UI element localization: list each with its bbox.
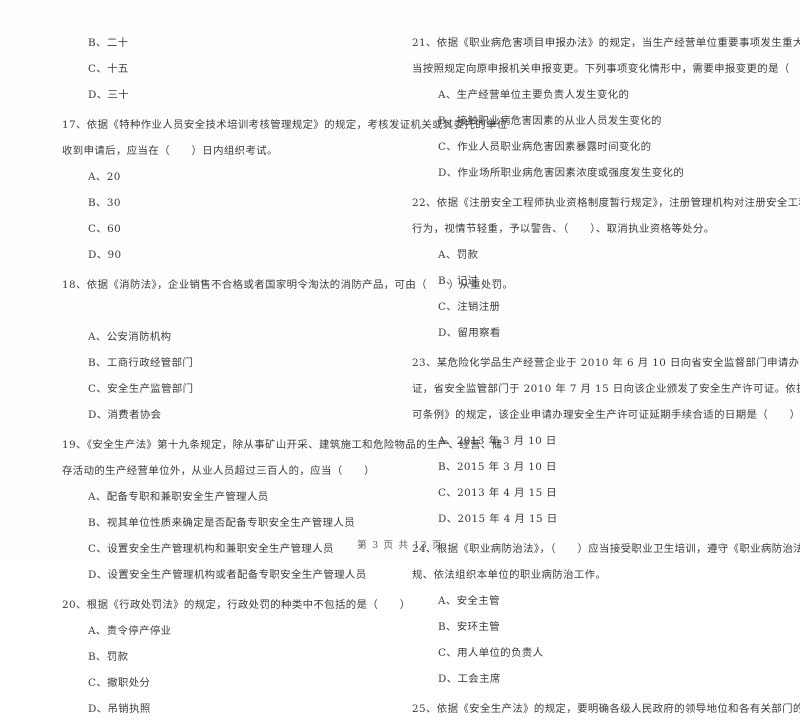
question-stem-line: 存活动的生产经营单位外，从业人员超过三百人的，应当（ ） — [62, 465, 375, 477]
continued-options-block: B、二十 C、十五 D、三十 — [62, 30, 388, 108]
option-item: D、工会主席 — [438, 673, 501, 685]
question-stem-line: 规、依法组织本单位的职业病防治工作。 — [412, 569, 607, 581]
option-item: A、责令停产停业 — [88, 625, 172, 637]
option-item: D、吊销执照 — [88, 703, 151, 715]
question-stem-line: 收到申请后，应当在（ ）日内组织考试。 — [62, 145, 278, 157]
option-item: B、记过 — [438, 275, 479, 287]
option-item: B、罚款 — [88, 651, 129, 663]
right-column: 21、依据《职业病危害项目申报办法》的规定，当生产经营单位重要事项发生重大变化时… — [400, 30, 800, 715]
option-item: D、消费者协会 — [88, 409, 162, 421]
option-item: B、30 — [88, 197, 121, 209]
option-item: C、2013 年 4 月 15 日 — [438, 487, 558, 499]
two-column-layout: B、二十 C、十五 D、三十 17、依据《特种作业人员安全技术培训考核管理规定》… — [0, 0, 800, 715]
option-item: B、工商行政经管部门 — [88, 357, 194, 369]
option-item: A、公安消防机构 — [88, 331, 172, 343]
question-stem-line: 19、《安全生产法》第十九条规定，除从事矿山开采、建筑施工和危险物品的生产、经营… — [62, 439, 503, 451]
exam-page: B、二十 C、十五 D、三十 17、依据《特种作业人员安全技术培训考核管理规定》… — [0, 0, 800, 715]
option-item: A、配备专职和兼职安全生产管理人员 — [88, 491, 269, 503]
question-stem-line: 可条例》的规定，该企业申请办理安全生产许可证延期手续合适的日期是（ ） — [412, 409, 800, 421]
question-17: 17、依据《特种作业人员安全技术培训考核管理规定》的规定，考核发证机关或其委托的… — [62, 112, 508, 268]
option-item: D、留用察看 — [438, 327, 501, 339]
option-item: B、2015 年 3 月 10 日 — [438, 461, 557, 473]
option-item: B、接触职业病危害因素的从业人员发生变化的 — [438, 115, 662, 127]
question-stem-line: 22、依据《注册安全工程师执业资格制度暂行规定》，注册管理机构对注册安全工程师的… — [412, 197, 800, 209]
question-20: 20、根据《行政处罚法》的规定，行政处罚的种类中不包括的是（ ） A、责令停产停… — [62, 592, 411, 722]
option-item: C、作业人员职业病危害因素暴露时间变化的 — [438, 141, 652, 153]
option-item: C、撤职处分 — [88, 677, 151, 689]
question-21: 21、依据《职业病危害项目申报办法》的规定，当生产经营单位重要事项发生重大变化时… — [412, 30, 800, 186]
option-item: A、2013 年 3 月 10 日 — [438, 435, 557, 447]
question-stem-line: 20、根据《行政处罚法》的规定，行政处罚的种类中不包括的是（ ） — [62, 599, 411, 611]
option-item: C、注销注册 — [438, 301, 501, 313]
option-item: D、三十 — [88, 89, 130, 101]
option-item: A、生产经营单位主要负责人发生变化的 — [438, 89, 630, 101]
question-stem-line: 21、依据《职业病危害项目申报办法》的规定，当生产经营单位重要事项发生重大变化时… — [412, 37, 800, 49]
option-item: A、罚款 — [438, 249, 479, 261]
left-column: B、二十 C、十五 D、三十 17、依据《特种作业人员安全技术培训考核管理规定》… — [0, 30, 514, 715]
question-22: 22、依据《注册安全工程师执业资格制度暂行规定》，注册管理机构对注册安全工程师的… — [412, 190, 800, 346]
question-18: 18、依据《消防法》，企业销售不合格或者国家明令淘汰的消防产品，可由（ ）从重处… — [62, 272, 514, 428]
option-item: C、安全生产监管部门 — [88, 383, 194, 395]
question-stem-line: 17、依据《特种作业人员安全技术培训考核管理规定》的规定，考核发证机关或其委托的… — [62, 119, 508, 131]
option-item: B、二十 — [88, 37, 129, 49]
option-item: A、安全主管 — [438, 595, 500, 607]
option-item: D、2015 年 4 月 15 日 — [438, 513, 558, 525]
question-24: 24、根据《职业病防治法》，（ ）应当接受职业卫生培训，遵守《职业病防治法》律、… — [412, 536, 800, 692]
option-item: B、安环主管 — [438, 621, 500, 633]
option-item: C、用人单位的负责人 — [438, 647, 544, 659]
option-item: C、60 — [88, 223, 122, 235]
option-item: C、十五 — [88, 63, 129, 75]
question-stem-line: 证，省安全监管部门于 2010 年 7 月 15 日向该企业颁发了安全生产许可证… — [412, 383, 800, 395]
option-item: D、作业场所职业病危害因素浓度或强度发生变化的 — [438, 167, 685, 179]
question-stem-line: 25、依据《安全生产法》的规定，要明确各级人民政府的领导地位和各有关部门的监督管… — [412, 703, 800, 715]
option-item: D、设置安全生产管理机构或者配备专职安全生产管理人员 — [88, 569, 367, 581]
question-stem-line: 18、依据《消防法》，企业销售不合格或者国家明令淘汰的消防产品，可由（ ）从重处… — [62, 279, 514, 291]
option-item: A、20 — [88, 171, 121, 183]
question-stem-line: 行为，视情节轻重，予以警告、（ ）、取消执业资格等处分。 — [412, 223, 715, 235]
question-23: 23、某危险化学品生产经营企业于 2010 年 6 月 10 日向省安全监督部门… — [412, 350, 800, 532]
question-stem-line: 当按照规定向原申报机关申报变更。下列事项变化情形中，需要申报变更的是（ ） — [412, 63, 800, 75]
option-item: B、视其单位性质来确定是否配备专职安全生产管理人员 — [88, 517, 356, 529]
question-25: 25、依据《安全生产法》的规定，要明确各级人民政府的领导地位和各有关部门的监督管… — [412, 696, 800, 722]
question-stem-line: 23、某危险化学品生产经营企业于 2010 年 6 月 10 日向省安全监督部门… — [412, 357, 800, 369]
page-footer: 第 3 页 共 13 页 — [357, 540, 443, 551]
option-item: D、90 — [88, 249, 122, 261]
